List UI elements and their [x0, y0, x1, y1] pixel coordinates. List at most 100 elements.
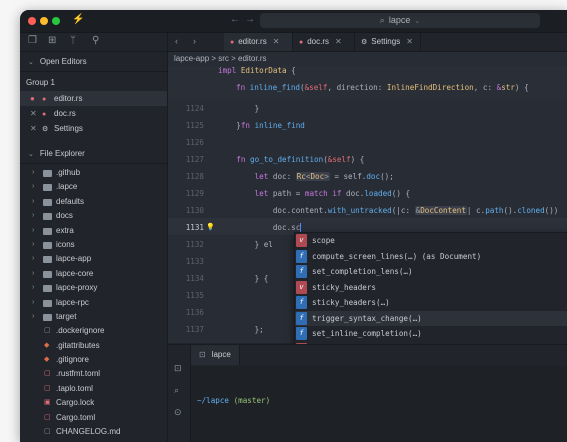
- file-item[interactable]: ▢ Cargo.toml: [20, 411, 167, 425]
- debug-icon[interactable]: ⚲: [92, 35, 99, 46]
- line-number: 1135: [185, 291, 204, 300]
- tree-item-label: .gitattributes: [56, 340, 100, 350]
- code-line: 1129 let path = match if doc.loaded() {: [168, 185, 567, 202]
- folder-icon: [43, 285, 52, 293]
- completion-item[interactable]: v sticky_headers: [295, 280, 567, 296]
- file-item[interactable]: ▢ .dockerignore: [20, 324, 167, 338]
- sticky-header-fn: fn inline_find(&self, direction: InlineF…: [168, 83, 567, 100]
- completion-item[interactable]: f set_completion_lens(…): [295, 264, 567, 280]
- terminal[interactable]: ~/lapce (master): [191, 366, 567, 442]
- workspace-name: lapce: [388, 15, 411, 25]
- tab-back-icon[interactable]: ‹: [175, 36, 178, 46]
- close-icon[interactable]: ✕: [30, 106, 37, 121]
- file-item[interactable]: ◆ .gitattributes: [20, 339, 167, 353]
- code-line: 1126: [168, 134, 567, 151]
- completion-item[interactable]: v scope: [295, 233, 567, 249]
- line-text: fn go_to_definition(&self) {: [236, 155, 365, 164]
- file-item[interactable]: ◆ .gitignore: [20, 353, 167, 367]
- tree-item-label: target: [56, 311, 77, 321]
- close-tab-icon[interactable]: ✕: [335, 37, 342, 46]
- sticky-header-text: impl EditorData {: [218, 66, 296, 75]
- file-item[interactable]: ▣ Cargo.lock: [20, 396, 167, 410]
- completion-item[interactable]: f trigger_syntax_change(…): [295, 310, 567, 326]
- tree-item-label: docs: [56, 211, 73, 221]
- rust-file-icon: ●: [42, 111, 47, 118]
- maximize-window-button[interactable]: [52, 17, 60, 25]
- folder-item[interactable]: › extra: [20, 224, 167, 238]
- sidebar-icon-bar: ❐ ⊞ ᛘ ⚲: [20, 33, 167, 52]
- folder-item[interactable]: › lapce-core: [20, 267, 167, 281]
- code-line: 1127 fn go_to_definition(&self) {: [168, 151, 567, 168]
- gear-icon: ⚙: [361, 39, 368, 46]
- file-item[interactable]: ▢ CHANGELOG.md: [20, 425, 167, 439]
- folder-item[interactable]: › icons: [20, 238, 167, 252]
- close-tab-icon[interactable]: ✕: [273, 37, 280, 46]
- tree-item-label: lapce-app: [56, 254, 92, 264]
- prompt-path: ~/lapce: [197, 396, 230, 405]
- terminal-tab-icon: ⊡: [199, 350, 206, 359]
- folder-item[interactable]: › .github: [20, 166, 167, 180]
- folder-icon: [43, 198, 52, 206]
- folder-icon: [43, 213, 52, 221]
- tab-editor-rs[interactable]: ● editor.rs ✕: [224, 33, 293, 51]
- close-tab-icon[interactable]: ✕: [406, 37, 413, 46]
- chevron-right-icon: ›: [32, 226, 35, 234]
- terminal-icon[interactable]: ⊡: [174, 363, 182, 374]
- breadcrumb[interactable]: lapce-app > src > editor.rs: [168, 52, 567, 66]
- problems-icon[interactable]: ⊙: [174, 407, 182, 418]
- tab-settings[interactable]: ⚙ Settings ✕: [355, 33, 421, 51]
- file-explorer-header[interactable]: ⌄ File Explorer: [20, 144, 167, 164]
- open-editor-item[interactable]: ✕ ● doc.rs: [20, 106, 167, 121]
- tab-doc-rs[interactable]: ● doc.rs ✕: [293, 33, 355, 51]
- line-text: };: [218, 325, 264, 334]
- lightbulb-icon[interactable]: 💡: [206, 219, 215, 236]
- completion-item[interactable]: f set_inline_completion(…): [295, 326, 567, 342]
- workspace-search[interactable]: ⌕ lapce ⌄: [260, 13, 540, 28]
- modified-dot-icon[interactable]: ●: [30, 91, 36, 106]
- folder-item[interactable]: › .lapce: [20, 180, 167, 194]
- completion-label: sticky_headers: [312, 282, 377, 292]
- folder-item[interactable]: › lapce-proxy: [20, 281, 167, 295]
- tab-forward-icon[interactable]: ›: [193, 36, 196, 46]
- folder-item[interactable]: › docs: [20, 209, 167, 223]
- terminal-tab[interactable]: ⊡ lapce: [191, 345, 240, 365]
- function-kind-icon: f: [296, 311, 307, 325]
- search-icon[interactable]: ⌕: [174, 385, 179, 396]
- open-editors-header[interactable]: ⌄ Open Editors: [20, 52, 167, 72]
- chevron-right-icon: ›: [32, 197, 35, 205]
- open-editor-item[interactable]: ✕ ⚙ Settings: [20, 121, 167, 136]
- file-icon: ▣: [44, 399, 51, 407]
- minimize-window-button[interactable]: [40, 17, 48, 25]
- folder-icon: [43, 241, 52, 249]
- chevron-down-icon: ⌄: [28, 59, 34, 66]
- folder-item[interactable]: › lapce-rpc: [20, 296, 167, 310]
- source-control-icon[interactable]: ᛘ: [70, 35, 76, 46]
- line-text: doc.sc: [218, 223, 302, 233]
- completion-label: sticky_headers(…): [312, 298, 390, 307]
- remote-icon[interactable]: ⚡: [72, 14, 84, 25]
- close-icon[interactable]: ✕: [30, 121, 37, 136]
- file-item[interactable]: ▢ .taplo.toml: [20, 382, 167, 396]
- tree-item-label: Cargo.lock: [56, 398, 95, 408]
- files-icon[interactable]: ❐: [28, 35, 37, 46]
- completion-item[interactable]: f compute_screen_lines(…) (as Document): [295, 249, 567, 265]
- plugins-icon[interactable]: ⊞: [48, 35, 56, 46]
- file-item[interactable]: ▢ .rustfmt.toml: [20, 367, 167, 381]
- line-number: 1124: [185, 104, 204, 113]
- folder-item[interactable]: › lapce-app: [20, 252, 167, 266]
- open-editor-item[interactable]: ● ● editor.rs: [20, 91, 167, 106]
- line-number: 1129: [185, 189, 204, 198]
- tree-item-label: .taplo.toml: [56, 383, 93, 393]
- file-icon: ◆: [44, 341, 50, 349]
- forward-arrow-icon[interactable]: →: [245, 14, 255, 25]
- close-window-button[interactable]: [28, 17, 36, 25]
- chevron-right-icon: ›: [32, 169, 35, 176]
- bottom-panel: ⊡ ⌕ ⊙ ⊡ lapce ~/lapce (master): [168, 344, 567, 442]
- back-arrow-icon[interactable]: ←: [230, 14, 240, 25]
- completion-item[interactable]: f sticky_headers(…): [295, 295, 567, 311]
- tab-label: Settings: [371, 37, 401, 46]
- folder-item[interactable]: › defaults: [20, 195, 167, 209]
- line-number: 1136: [185, 308, 204, 317]
- folder-item[interactable]: › target: [20, 310, 167, 324]
- line-number: 1131: [185, 223, 204, 232]
